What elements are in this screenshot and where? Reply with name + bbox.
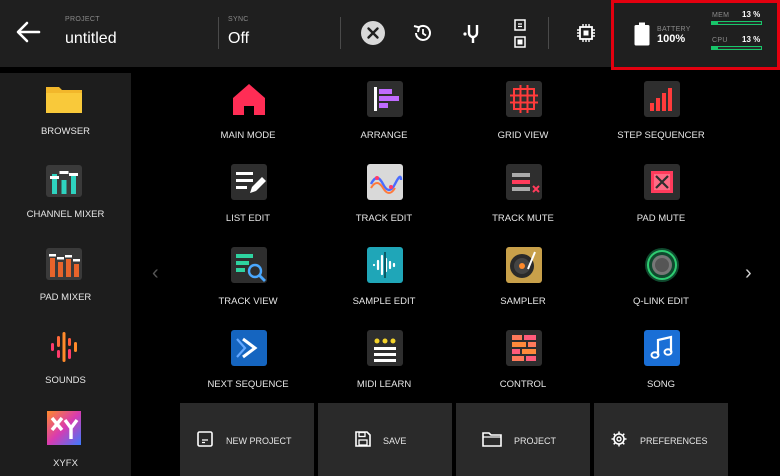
preferences-button[interactable]: PREFERENCES bbox=[594, 403, 728, 476]
sounds-icon bbox=[51, 332, 77, 362]
tile-track-view[interactable]: TRACK VIEW bbox=[183, 244, 313, 319]
tile-step-sequencer[interactable]: STEP SEQUENCER bbox=[596, 78, 726, 153]
tile-sampler[interactable]: SAMPLER bbox=[458, 244, 588, 319]
tile-label: ARRANGE bbox=[360, 130, 408, 141]
sampler-icon bbox=[506, 247, 542, 283]
list-edit-icon bbox=[231, 164, 267, 200]
new-project-icon bbox=[197, 431, 213, 447]
sidebar-item-label: PAD MIXER bbox=[39, 292, 92, 303]
arrange-icon bbox=[367, 81, 403, 117]
tile-label: MAIN MODE bbox=[220, 130, 276, 141]
tile-pad-mute[interactable]: PAD MUTE bbox=[596, 161, 726, 236]
track-edit-icon bbox=[367, 164, 403, 200]
xyfx-icon bbox=[47, 411, 81, 445]
divider bbox=[340, 17, 341, 49]
tile-label: SONG bbox=[647, 379, 675, 390]
preferences-label: PREFERENCES bbox=[640, 436, 708, 446]
tile-label: PAD MUTE bbox=[636, 213, 686, 224]
channel-mixer-icon bbox=[46, 165, 82, 197]
pad-mute-icon bbox=[644, 164, 680, 200]
tile-label: MIDI LEARN bbox=[356, 379, 412, 390]
sidebar-item-browser[interactable]: BROWSER bbox=[0, 73, 131, 153]
divider bbox=[548, 17, 549, 49]
step-sequencer-icon bbox=[644, 81, 680, 117]
sidebar-item-label: XYFX bbox=[53, 458, 78, 469]
tile-label: STEP SEQUENCER bbox=[617, 130, 705, 141]
home-icon bbox=[233, 84, 265, 115]
next-sequence-icon bbox=[231, 330, 267, 366]
tile-track-mute[interactable]: TRACK MUTE bbox=[458, 161, 588, 236]
tuning-fork-icon[interactable] bbox=[460, 20, 486, 46]
sidebar: BROWSER CHANNEL MIXER PAD MIXER SOUNDS X… bbox=[0, 73, 131, 476]
tile-label: GRID VIEW bbox=[497, 130, 549, 141]
tile-label: SAMPLER bbox=[500, 296, 546, 307]
pad-mixer-icon bbox=[46, 248, 82, 280]
highlight-box bbox=[611, 0, 780, 70]
track-view-icon bbox=[231, 247, 267, 283]
tile-control[interactable]: CONTROL bbox=[458, 327, 588, 402]
next-page-arrow[interactable]: › bbox=[745, 262, 752, 285]
history-icon[interactable] bbox=[410, 20, 436, 46]
save-label: SAVE bbox=[383, 436, 407, 446]
tile-label: SAMPLE EDIT bbox=[352, 296, 416, 307]
project-label: PROJECT bbox=[514, 436, 557, 446]
tile-arrange[interactable]: ARRANGE bbox=[319, 78, 449, 153]
tile-label: LIST EDIT bbox=[225, 213, 271, 224]
pad-toggle-icon[interactable] bbox=[509, 16, 531, 50]
tile-q-link-edit[interactable]: Q-LINK EDIT bbox=[596, 244, 726, 319]
sidebar-item-xyfx[interactable]: XYFX bbox=[0, 405, 131, 476]
sidebar-item-label: SOUNDS bbox=[45, 375, 86, 386]
sync-label: SYNC bbox=[228, 16, 249, 23]
grid-view-icon bbox=[506, 81, 542, 117]
project-name[interactable]: untitled bbox=[65, 30, 117, 48]
save-button[interactable]: SAVE bbox=[318, 403, 452, 476]
folder-outline-icon bbox=[482, 432, 502, 447]
sidebar-item-pad-mixer[interactable]: PAD MIXER bbox=[0, 239, 131, 319]
folder-icon bbox=[46, 87, 82, 113]
tile-sample-edit[interactable]: SAMPLE EDIT bbox=[319, 244, 449, 319]
tile-list-edit[interactable]: LIST EDIT bbox=[183, 161, 313, 236]
tile-next-sequence[interactable]: NEXT SEQUENCE bbox=[183, 327, 313, 402]
gear-icon bbox=[611, 431, 627, 447]
midi-learn-icon bbox=[367, 330, 403, 366]
song-icon bbox=[644, 330, 680, 366]
sample-edit-icon bbox=[367, 247, 403, 283]
project-label: PROJECT bbox=[65, 16, 100, 23]
tile-track-edit[interactable]: TRACK EDIT bbox=[319, 161, 449, 236]
tile-label: NEXT SEQUENCE bbox=[207, 379, 289, 390]
tile-main-mode[interactable]: MAIN MODE bbox=[183, 78, 313, 153]
tile-grid-view[interactable]: GRID VIEW bbox=[458, 78, 588, 153]
tile-label: TRACK VIEW bbox=[218, 296, 278, 307]
divider bbox=[218, 17, 219, 49]
back-arrow-icon[interactable] bbox=[14, 18, 42, 46]
new-project-label: NEW PROJECT bbox=[226, 436, 292, 446]
tile-label: Q-LINK EDIT bbox=[633, 296, 689, 307]
close-circle-icon[interactable] bbox=[360, 20, 386, 46]
project-button[interactable]: PROJECT bbox=[456, 403, 590, 476]
new-project-button[interactable]: NEW PROJECT bbox=[180, 403, 314, 476]
tile-label: CONTROL bbox=[499, 379, 547, 390]
track-mute-icon bbox=[506, 164, 542, 200]
sidebar-item-sounds[interactable]: SOUNDS bbox=[0, 322, 131, 402]
tile-midi-learn[interactable]: MIDI LEARN bbox=[319, 327, 449, 402]
sidebar-item-channel-mixer[interactable]: CHANNEL MIXER bbox=[0, 156, 131, 236]
sidebar-item-label: CHANNEL MIXER bbox=[26, 209, 105, 220]
q-link-icon bbox=[645, 248, 679, 282]
chip-icon[interactable] bbox=[574, 21, 598, 45]
save-icon bbox=[355, 431, 371, 447]
control-icon bbox=[506, 330, 542, 366]
tile-label: TRACK EDIT bbox=[355, 213, 413, 224]
tile-label: TRACK MUTE bbox=[492, 213, 554, 224]
sidebar-item-label: BROWSER bbox=[40, 126, 91, 137]
previous-page-arrow[interactable]: ‹ bbox=[152, 262, 159, 285]
sync-value[interactable]: Off bbox=[228, 30, 249, 48]
tile-song[interactable]: SONG bbox=[596, 327, 726, 402]
